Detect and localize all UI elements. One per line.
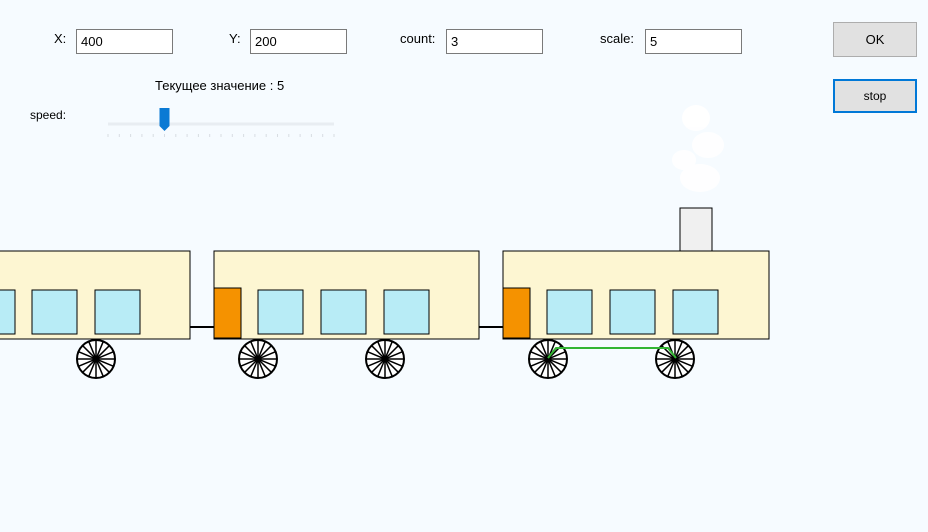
wheel: [76, 339, 116, 379]
wheel: [655, 339, 695, 379]
car-window: [94, 289, 141, 335]
locomotive-window: [672, 289, 719, 335]
car-window: [320, 289, 367, 335]
car-window: [0, 289, 16, 335]
locomotive-door: [502, 287, 531, 339]
passenger-car-1: [0, 250, 191, 340]
car-window: [31, 289, 78, 335]
locomotive-window: [609, 289, 656, 335]
car-window: [383, 289, 430, 335]
locomotive-window: [546, 289, 593, 335]
wheel: [238, 339, 278, 379]
smoke-puffs: [672, 105, 724, 192]
passenger-car-2: [213, 250, 480, 340]
locomotive: [502, 207, 770, 340]
chimney: [679, 207, 713, 253]
car-window: [257, 289, 304, 335]
wheel: [365, 339, 405, 379]
car-door: [213, 287, 242, 339]
wheels: [76, 339, 695, 379]
train-canvas: [0, 105, 770, 379]
wheel: [528, 339, 568, 379]
